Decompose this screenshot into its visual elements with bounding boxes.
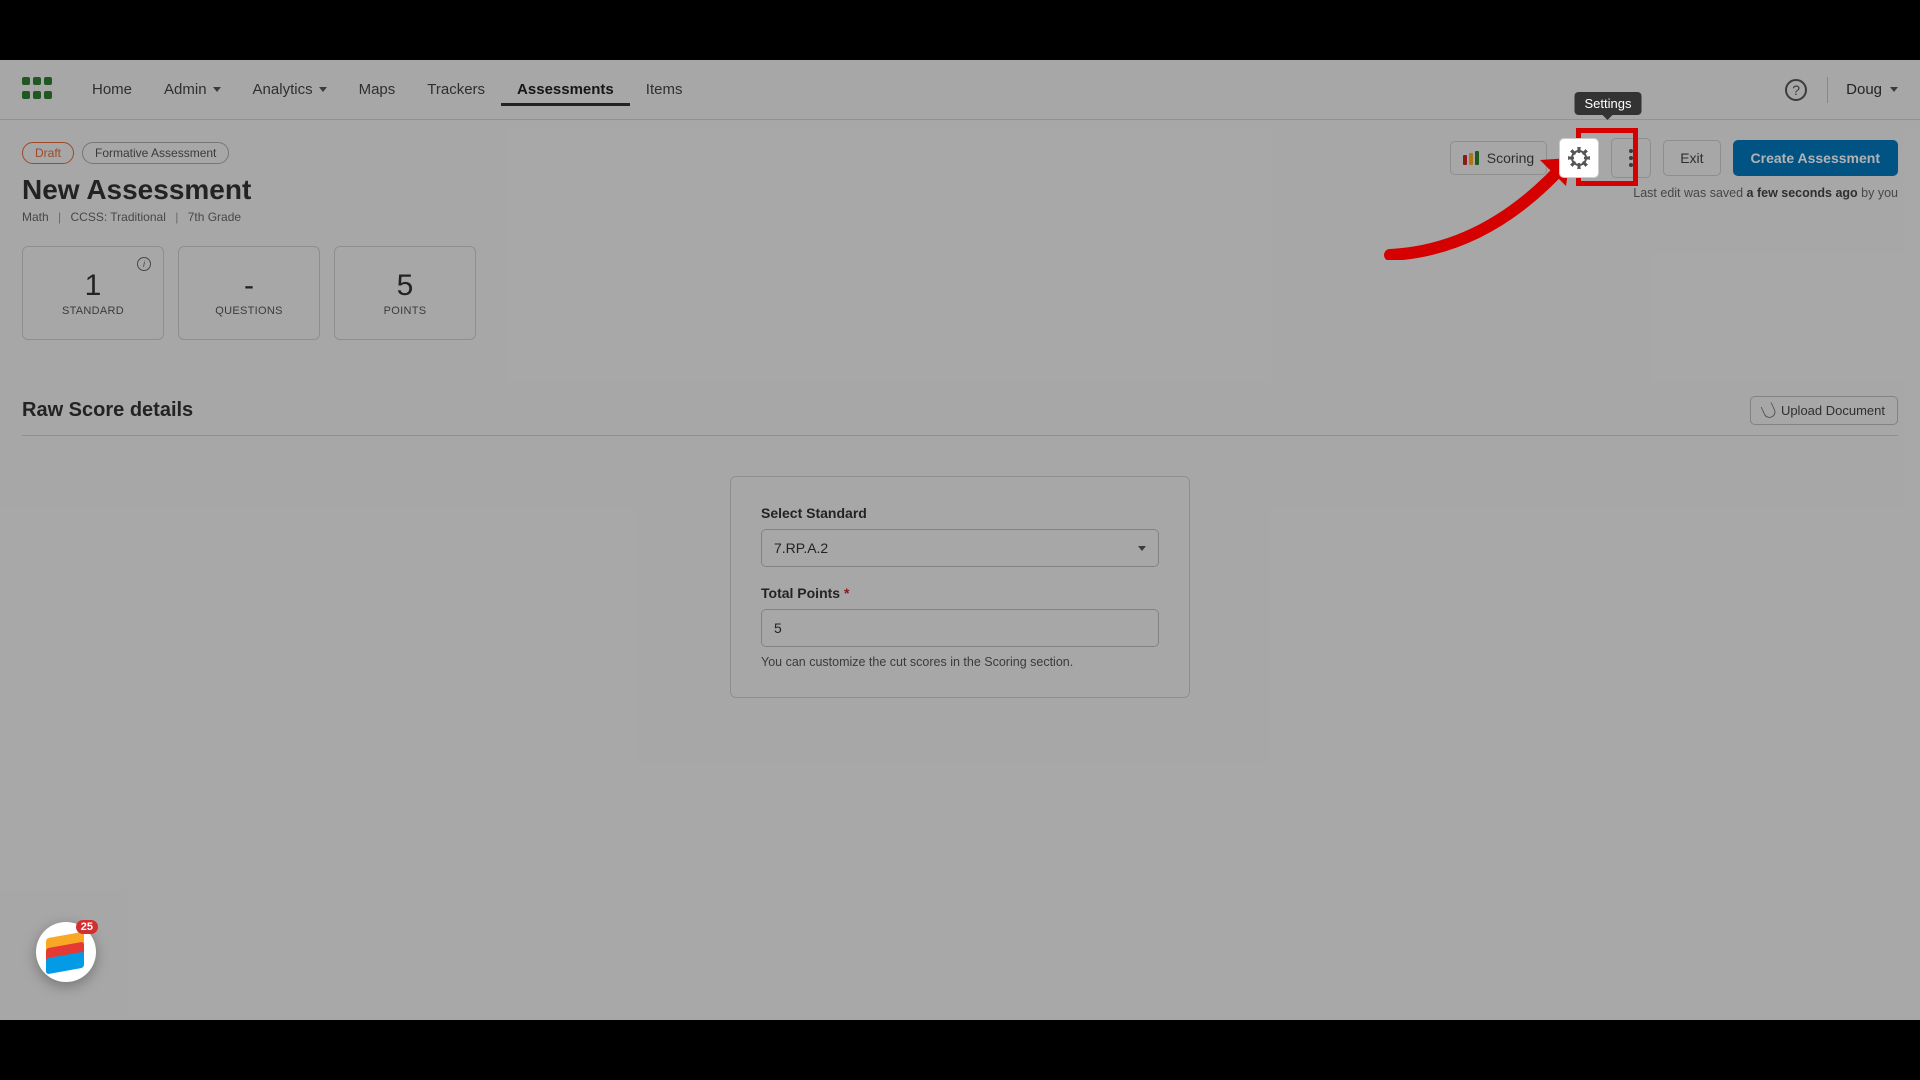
type-badge: Formative Assessment: [82, 142, 229, 164]
nav-analytics[interactable]: Analytics: [237, 73, 343, 106]
settings-tooltip: Settings: [1575, 92, 1642, 115]
standard-label: Select Standard: [761, 505, 1159, 521]
separator: |: [58, 210, 61, 224]
page-body: Scoring Exit Create Assessment Last edit…: [0, 120, 1920, 720]
stat-points-label: POINTS: [384, 305, 427, 317]
nav-home[interactable]: Home: [76, 73, 148, 106]
stat-questions-value: -: [244, 269, 254, 303]
nav-analytics-label: Analytics: [253, 81, 313, 98]
standard-select[interactable]: 7.RP.A.2: [761, 529, 1159, 567]
user-menu[interactable]: Doug: [1846, 81, 1898, 98]
nav-admin-label: Admin: [164, 81, 207, 98]
save-note-prefix: Last edit was saved: [1633, 186, 1746, 200]
nav-assessments[interactable]: Assessments: [501, 73, 630, 106]
chevron-down-icon: [1138, 546, 1146, 551]
stat-questions-label: QUESTIONS: [215, 305, 283, 317]
form-card: Select Standard 7.RP.A.2 Total Points * …: [730, 476, 1190, 698]
nav-maps[interactable]: Maps: [343, 73, 412, 106]
nav-items[interactable]: Items: [630, 73, 699, 106]
bars-icon: [1463, 151, 1479, 165]
meta-grade: 7th Grade: [188, 210, 241, 224]
stat-standard-value: 1: [85, 269, 102, 303]
save-note-suffix: by you: [1858, 186, 1898, 200]
scoring-label: Scoring: [1487, 150, 1534, 166]
user-name: Doug: [1846, 81, 1882, 98]
upload-label: Upload Document: [1781, 403, 1885, 418]
stack-icon: [46, 935, 86, 969]
stat-points-value: 5: [397, 269, 414, 303]
total-points-input[interactable]: [761, 609, 1159, 647]
nav-trackers[interactable]: Trackers: [411, 73, 501, 106]
stat-standard: i 1 STANDARD: [22, 246, 164, 340]
meta-framework: CCSS: Traditional: [71, 210, 166, 224]
app-logo[interactable]: [22, 77, 56, 103]
more-vertical-icon: [1629, 149, 1633, 167]
scoring-button[interactable]: Scoring: [1450, 141, 1547, 175]
letterbox-top: [0, 0, 1920, 60]
settings-wrap: [1559, 138, 1599, 178]
helper-text: You can customize the cut scores in the …: [761, 655, 1159, 669]
paperclip-icon: [1761, 402, 1778, 420]
action-row: Scoring Exit Create Assessment: [1450, 138, 1898, 178]
separator: |: [175, 210, 178, 224]
exit-button[interactable]: Exit: [1663, 140, 1720, 176]
upload-document-button[interactable]: Upload Document: [1750, 396, 1898, 425]
app-viewport: Home Admin Analytics Maps Trackers Asses…: [0, 60, 1920, 1020]
save-note-time: a few seconds ago: [1747, 186, 1858, 200]
nav-links: Home Admin Analytics Maps Trackers Asses…: [76, 73, 698, 106]
help-icon[interactable]: ?: [1785, 79, 1807, 101]
section-header: Raw Score details Upload Document: [22, 396, 1898, 436]
stat-points: 5 POINTS: [334, 246, 476, 340]
chevron-down-icon: [1890, 87, 1898, 92]
points-label-text: Total Points: [761, 585, 840, 601]
chevron-down-icon: [319, 87, 327, 92]
help-widget[interactable]: 25: [36, 922, 96, 982]
stat-standard-label: STANDARD: [62, 305, 124, 317]
more-button[interactable]: [1611, 138, 1651, 178]
nav-admin[interactable]: Admin: [148, 73, 237, 106]
create-assessment-button[interactable]: Create Assessment: [1733, 140, 1898, 176]
info-icon[interactable]: i: [137, 257, 151, 271]
meta-subject: Math: [22, 210, 49, 224]
standard-value: 7.RP.A.2: [774, 540, 828, 556]
widget-badge: 25: [76, 920, 98, 934]
stat-row: i 1 STANDARD - QUESTIONS 5 POINTS: [22, 246, 1898, 340]
points-label: Total Points *: [761, 585, 1159, 601]
meta-line: Math | CCSS: Traditional | 7th Grade: [22, 210, 1898, 224]
stat-questions: - QUESTIONS: [178, 246, 320, 340]
gear-icon: [1571, 150, 1587, 166]
settings-button[interactable]: [1559, 138, 1599, 178]
letterbox-bottom: [0, 1020, 1920, 1080]
section-title: Raw Score details: [22, 399, 193, 422]
status-badge: Draft: [22, 142, 74, 164]
divider: [1827, 77, 1828, 103]
chevron-down-icon: [213, 87, 221, 92]
required-marker: *: [844, 585, 849, 601]
save-note: Last edit was saved a few seconds ago by…: [1633, 186, 1898, 200]
page-title: New Assessment: [22, 174, 1898, 206]
